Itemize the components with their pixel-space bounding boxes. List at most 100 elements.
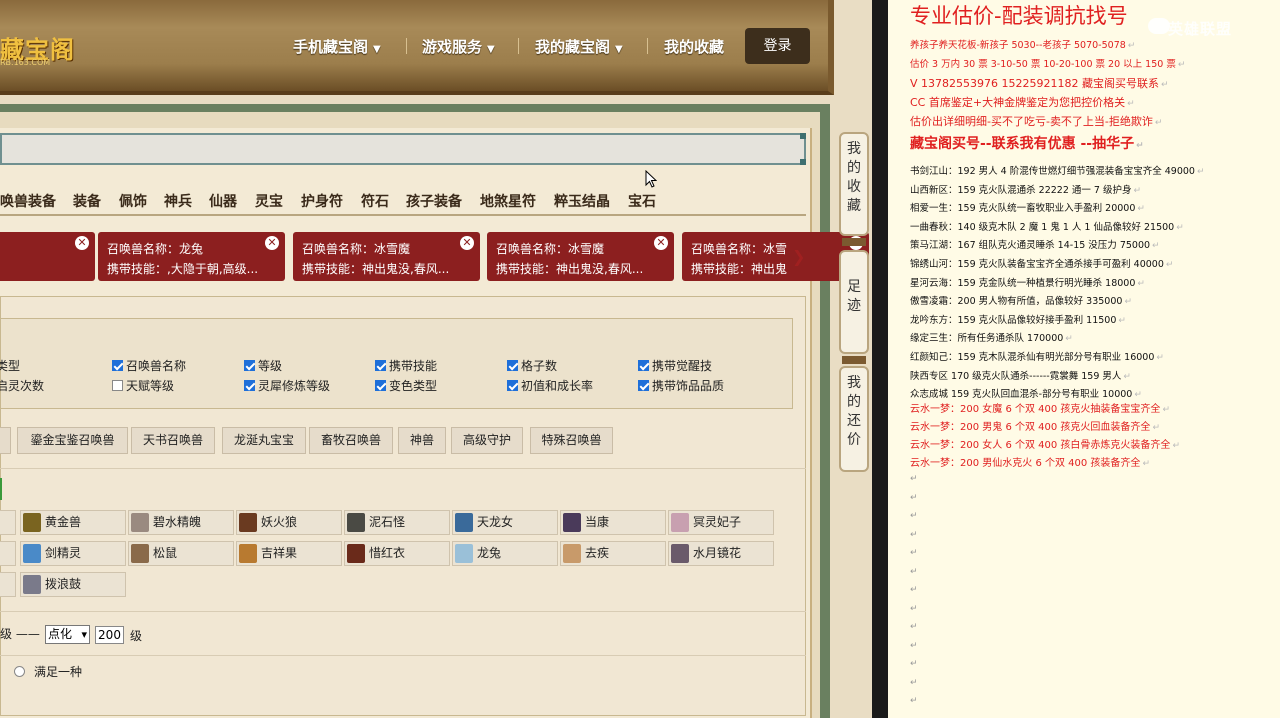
close-icon[interactable]: ✕: [265, 236, 279, 250]
attribute-checkbox[interactable]: 格子数: [507, 357, 557, 374]
level-input[interactable]: 200: [95, 626, 124, 644]
category-tab[interactable]: 灵宝: [255, 191, 283, 211]
side-tab-char: 价: [847, 432, 861, 448]
pet-button[interactable]: 碧水精魄: [128, 510, 234, 535]
recent-search-card[interactable]: 召唤兽名称：冰雪魔 携带技能：神出鬼没,春风... ✕: [487, 232, 674, 281]
attribute-checkbox[interactable]: 启灵次数: [0, 377, 44, 394]
notepad-line: 云水一梦：200 男鬼 6 个双 400 孩克火回血装备齐全 ↵: [910, 418, 1160, 433]
pet-type-button[interactable]: 龙涎丸宝宝: [222, 427, 306, 454]
attribute-checkbox[interactable]: 携带觉醒技: [638, 357, 712, 374]
pet-button[interactable]: [0, 541, 16, 566]
pet-button[interactable]: 松鼠: [128, 541, 234, 566]
pet-button[interactable]: [0, 510, 16, 535]
pet-button[interactable]: 龙兔: [452, 541, 558, 566]
pet-button[interactable]: 天龙女: [452, 510, 558, 535]
side-tab[interactable]: 足迹: [839, 250, 869, 354]
category-tab[interactable]: 护身符: [301, 191, 343, 211]
close-icon[interactable]: ✕: [654, 236, 668, 250]
category-tab[interactable]: 地煞星符: [480, 191, 536, 211]
pet-button[interactable]: 剑精灵: [20, 541, 126, 566]
pet-button[interactable]: 吉祥果: [236, 541, 342, 566]
attribute-label: 格子数: [521, 359, 558, 373]
category-tab[interactable]: 符石: [361, 191, 389, 211]
login-button[interactable]: 登录: [745, 28, 810, 64]
watermark-logo-icon: [1148, 18, 1170, 34]
pet-button[interactable]: 惜红衣: [344, 541, 450, 566]
recent-search-card[interactable]: 兔于朝,高级...✕: [0, 232, 95, 281]
attribute-checkbox[interactable]: 携带技能: [375, 357, 437, 374]
category-tab[interactable]: 粹玉结晶: [554, 191, 610, 211]
checkbox[interactable]: [375, 380, 386, 391]
recent-search-card[interactable]: 召唤兽名称：冰雪魔 携带技能：神出鬼没,春风... ✕: [293, 232, 480, 281]
checkbox[interactable]: [507, 360, 518, 371]
pet-button[interactable]: 拨浪鼓: [20, 572, 126, 597]
notepad-line-text: 红颜知己：159 克木队混杀仙有明光部分号有职业 16000: [910, 352, 1155, 363]
chevron-right-icon[interactable]: ❯: [792, 247, 805, 266]
attribute-checkbox[interactable]: 灵犀修炼等级: [244, 377, 330, 394]
pet-button[interactable]: 水月镜花: [668, 541, 774, 566]
pet-type-button[interactable]: 天书召唤兽: [131, 427, 215, 454]
category-tab[interactable]: 仙器: [209, 191, 237, 211]
checkbox[interactable]: [244, 360, 255, 371]
notepad-line: 锦绣山河：159 克火队装备宝宝齐全通杀接手可盈利 40000 ↵: [910, 256, 1173, 270]
paragraph-mark: ↵: [1134, 390, 1142, 401]
pet-type-button[interactable]: 鎏金宝鉴召唤兽: [17, 427, 128, 454]
notepad-document: 专业估价-配装调抗找号 养孩子养天花板-新孩子 5030--老孩子 5070-50…: [888, 0, 1280, 718]
pet-button[interactable]: 冥灵妃子: [668, 510, 774, 535]
radio-button[interactable]: [14, 666, 25, 677]
empty-line-mark: ↵: [910, 474, 918, 484]
attribute-checkbox[interactable]: 召唤兽名称: [112, 357, 186, 374]
nav-game-service[interactable]: 游戏服务 ▼: [422, 36, 495, 57]
pet-type-button[interactable]: 畜牧召唤兽: [309, 427, 393, 454]
pet-type-button[interactable]: 特殊召唤兽: [530, 427, 613, 454]
attribute-checkbox[interactable]: 类型: [0, 357, 20, 374]
side-tab[interactable]: 我的还价: [839, 366, 869, 472]
checkbox[interactable]: [638, 380, 649, 391]
category-tab[interactable]: 宝石: [628, 191, 656, 211]
paragraph-mark: ↵: [1176, 222, 1184, 233]
attribute-checkbox[interactable]: 天赋等级: [112, 377, 174, 394]
search-input[interactable]: [0, 133, 806, 165]
pet-button[interactable]: 去疾: [560, 541, 666, 566]
category-tab[interactable]: 神兵: [164, 191, 192, 211]
pet-button[interactable]: 当康: [560, 510, 666, 535]
attribute-checkbox[interactable]: 等级: [244, 357, 282, 374]
checkbox[interactable]: [112, 380, 123, 391]
checkbox[interactable]: [638, 360, 649, 371]
checkbox[interactable]: [244, 380, 255, 391]
pet-type-button[interactable]: 神兽: [398, 427, 446, 454]
empty-line-mark: ↵: [910, 603, 918, 614]
match-any-option[interactable]: 满足一种: [14, 663, 82, 680]
attribute-checkbox[interactable]: 初值和成长率: [507, 377, 593, 394]
category-tab[interactable]: 佩饰: [119, 191, 147, 211]
pet-button[interactable]: 黄金兽: [20, 510, 126, 535]
attribute-checkbox[interactable]: 变色类型: [375, 377, 437, 394]
checkbox[interactable]: [507, 380, 518, 391]
pet-type-button[interactable]: [0, 427, 11, 454]
recent-search-card[interactable]: 召唤兽名称：龙兔 携带技能：,大隐于朝,高级... ✕: [98, 232, 285, 281]
pet-type-button[interactable]: 高级守护: [451, 427, 523, 454]
close-icon[interactable]: ✕: [460, 236, 474, 250]
tab-connector: [842, 238, 866, 246]
checkbox[interactable]: [375, 360, 386, 371]
chevron-down-icon: ▼: [615, 44, 623, 55]
pet-button[interactable]: [0, 572, 16, 597]
nav-my-favorites[interactable]: 我的收藏: [664, 36, 724, 57]
side-tab[interactable]: 我的收藏: [839, 132, 869, 236]
paragraph-mark: ↵: [1196, 167, 1205, 177]
pet-button[interactable]: 泥石怪: [344, 510, 450, 535]
close-icon[interactable]: ✕: [75, 236, 89, 250]
nav-my-cbg[interactable]: 我的藏宝阁 ▼: [535, 36, 623, 57]
corner-ornament: [800, 133, 806, 139]
level-type-select[interactable]: 点化: [45, 625, 90, 644]
attribute-checkbox[interactable]: 携带饰品品质: [638, 377, 724, 394]
tab-connector: [842, 356, 866, 364]
category-tab[interactable]: 孩子装备: [406, 191, 462, 211]
checkbox[interactable]: [112, 360, 123, 371]
pet-avatar-icon: [455, 513, 473, 532]
nav-mobile-cbg[interactable]: 手机藏宝阁 ▼: [293, 36, 381, 57]
attribute-label: 变色类型: [389, 379, 438, 393]
pet-button[interactable]: 妖火狼: [236, 510, 342, 535]
category-tab[interactable]: 装备: [73, 191, 101, 211]
category-tab[interactable]: 唤兽装备: [0, 191, 56, 211]
